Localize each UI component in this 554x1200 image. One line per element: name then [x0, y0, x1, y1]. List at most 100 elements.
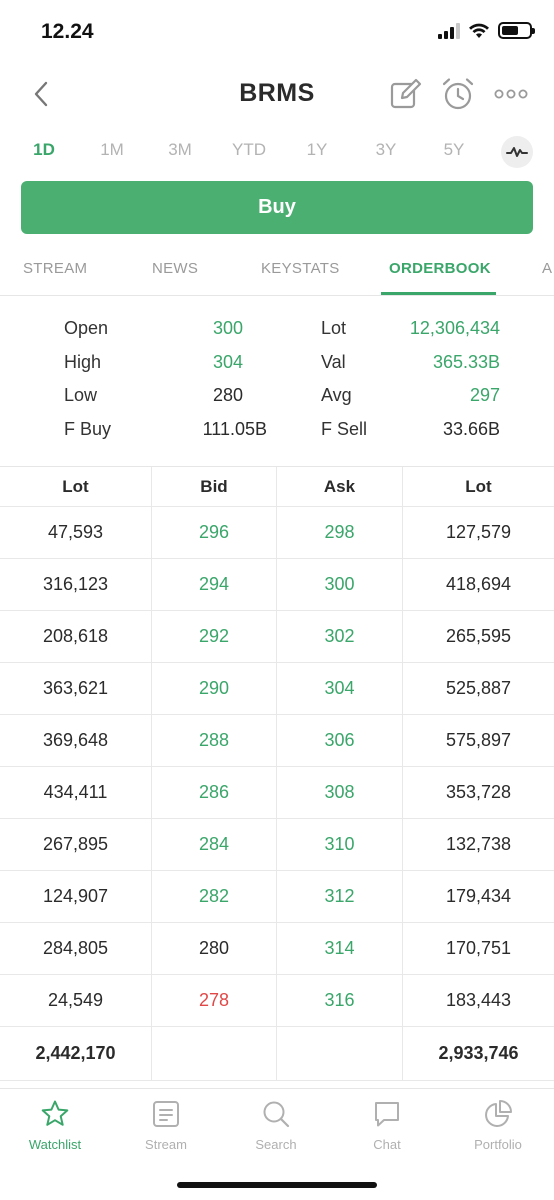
- tab-keystats[interactable]: KEYSTATS: [261, 260, 340, 277]
- ask-price-cell: 306: [277, 715, 403, 766]
- active-tab-indicator: [381, 292, 496, 295]
- val-label: Val: [321, 352, 346, 372]
- ask-lot-cell: 575,897: [445, 730, 512, 750]
- buy-button[interactable]: Buy: [21, 181, 533, 234]
- tab-watchlist[interactable]: Watchlist: [0, 1099, 110, 1152]
- edit-button[interactable]: [388, 76, 424, 112]
- range-tab-1y[interactable]: 1Y: [287, 140, 347, 160]
- range-tab-1d[interactable]: 1D: [14, 140, 74, 160]
- table-row[interactable]: 284,805 280 314 170,751: [0, 923, 554, 975]
- range-tab-3y[interactable]: 3Y: [356, 140, 416, 160]
- more-horizontal-icon: [494, 89, 528, 99]
- table-row[interactable]: 369,648 288 306 575,897: [0, 715, 554, 767]
- ask-lot-cell: 170,751: [445, 938, 512, 958]
- avg-label: Avg: [321, 385, 352, 405]
- empty-cell: [152, 1027, 277, 1080]
- ask-lot-cell: 183,443: [445, 990, 512, 1010]
- tab-label-chat: Chat: [373, 1137, 401, 1152]
- wifi-icon: [469, 23, 489, 38]
- bid-lot-cell: 124,907: [0, 871, 152, 922]
- foreign-buy-label: F Buy: [64, 419, 112, 439]
- total-bid-lot: 2,442,170: [0, 1027, 152, 1080]
- edit-note-icon: [390, 78, 422, 109]
- table-row[interactable]: 363,621 290 304 525,887: [0, 663, 554, 715]
- ask-price-cell: 300: [277, 559, 403, 610]
- tab-chat[interactable]: Chat: [332, 1099, 442, 1152]
- star-icon: [41, 1100, 69, 1126]
- bid-lot-cell: 363,621: [0, 663, 152, 714]
- table-row[interactable]: 316,123 294 300 418,694: [0, 559, 554, 611]
- bid-lot-cell: 316,123: [0, 559, 152, 610]
- bid-lot-cell: 47,593: [0, 507, 152, 558]
- bid-price-cell: 296: [152, 507, 277, 558]
- ask-price-cell: 302: [277, 611, 403, 662]
- bid-lot-cell: 208,618: [0, 611, 152, 662]
- bid-price-cell: 292: [152, 611, 277, 662]
- tab-portfolio[interactable]: Portfolio: [443, 1099, 553, 1152]
- ask-lot-cell: 525,887: [445, 678, 512, 698]
- orderbook-total-row: 2,442,170 2,933,746: [0, 1027, 554, 1081]
- tab-more-partial[interactable]: A: [542, 260, 552, 277]
- stat-row: F Buy 111.05B F Sell 33.66B: [0, 419, 554, 452]
- section-tabs: STREAM NEWS KEYSTATS ORDERBOOK A: [0, 244, 554, 296]
- pie-chart-icon: [485, 1100, 512, 1127]
- alarm-button[interactable]: [440, 76, 476, 112]
- high-value: 304: [212, 352, 243, 372]
- column-header-ask: Ask: [277, 467, 403, 506]
- tab-news[interactable]: NEWS: [152, 260, 198, 277]
- range-tab-ytd[interactable]: YTD: [219, 140, 279, 160]
- alarm-clock-icon: [442, 78, 474, 110]
- high-label: High: [64, 352, 102, 372]
- foreign-sell-value: 33.66B: [442, 419, 500, 439]
- line-chart-icon: [506, 147, 528, 157]
- chart-type-toggle[interactable]: [501, 136, 533, 168]
- battery-icon: [498, 22, 535, 39]
- table-row[interactable]: 124,907 282 312 179,434: [0, 871, 554, 923]
- table-row[interactable]: 267,895 284 310 132,738: [0, 819, 554, 871]
- empty-cell: [277, 1027, 403, 1080]
- chat-icon: [375, 1102, 399, 1127]
- table-row[interactable]: 434,411 286 308 353,728: [0, 767, 554, 819]
- stat-row: Open 300 Lot 12,306,434: [0, 318, 554, 351]
- open-value: 300: [212, 318, 243, 338]
- tab-orderbook[interactable]: ORDERBOOK: [389, 260, 491, 277]
- ask-price-cell: 312: [277, 871, 403, 922]
- bid-price-cell: 278: [152, 975, 277, 1026]
- bid-lot-cell: 24,549: [0, 975, 152, 1026]
- bid-price-cell: 282: [152, 871, 277, 922]
- ask-price-cell: 308: [277, 767, 403, 818]
- table-row[interactable]: 208,618 292 302 265,595: [0, 611, 554, 663]
- range-tab-3m[interactable]: 3M: [150, 140, 210, 160]
- total-ask-lot: 2,933,746: [438, 1043, 519, 1063]
- bid-lot-cell: 434,411: [0, 767, 152, 818]
- ask-price-cell: 314: [277, 923, 403, 974]
- ask-price-cell: 304: [277, 663, 403, 714]
- foreign-buy-value: 111.05B: [202, 419, 267, 439]
- bid-price-cell: 288: [152, 715, 277, 766]
- tab-stream-nav[interactable]: Stream: [111, 1099, 221, 1152]
- tab-label-portfolio: Portfolio: [474, 1137, 522, 1152]
- open-label: Open: [64, 318, 109, 338]
- ask-lot-cell: 179,434: [445, 886, 512, 906]
- tab-stream[interactable]: STREAM: [23, 260, 87, 277]
- val-value: 365.33B: [432, 352, 500, 372]
- search-icon: [263, 1101, 290, 1128]
- range-tab-5y[interactable]: 5Y: [424, 140, 484, 160]
- ask-price-cell: 310: [277, 819, 403, 870]
- back-button[interactable]: [26, 78, 58, 110]
- time-range-tabs: 1D 1M 3M YTD 1Y 3Y 5Y: [0, 130, 554, 172]
- status-icons: [438, 22, 535, 39]
- low-value: 280: [212, 385, 243, 405]
- orderbook-body: 47,593 296 298 127,579 316,123 294 300 418,694 2…: [0, 507, 554, 1027]
- status-bar: 12.24: [0, 0, 554, 66]
- table-row[interactable]: 24,549 278 316 183,443: [0, 975, 554, 1027]
- low-label: Low: [64, 385, 98, 405]
- range-tab-1m[interactable]: 1M: [82, 140, 142, 160]
- table-row[interactable]: 47,593 296 298 127,579: [0, 507, 554, 559]
- ask-lot-cell: 127,579: [445, 522, 512, 542]
- more-options-button[interactable]: [493, 76, 529, 112]
- tab-search[interactable]: Search: [221, 1099, 331, 1152]
- bid-lot-cell: 284,805: [0, 923, 152, 974]
- stat-row: High 304 Val 365.33B: [0, 352, 554, 385]
- home-indicator: [177, 1182, 377, 1188]
